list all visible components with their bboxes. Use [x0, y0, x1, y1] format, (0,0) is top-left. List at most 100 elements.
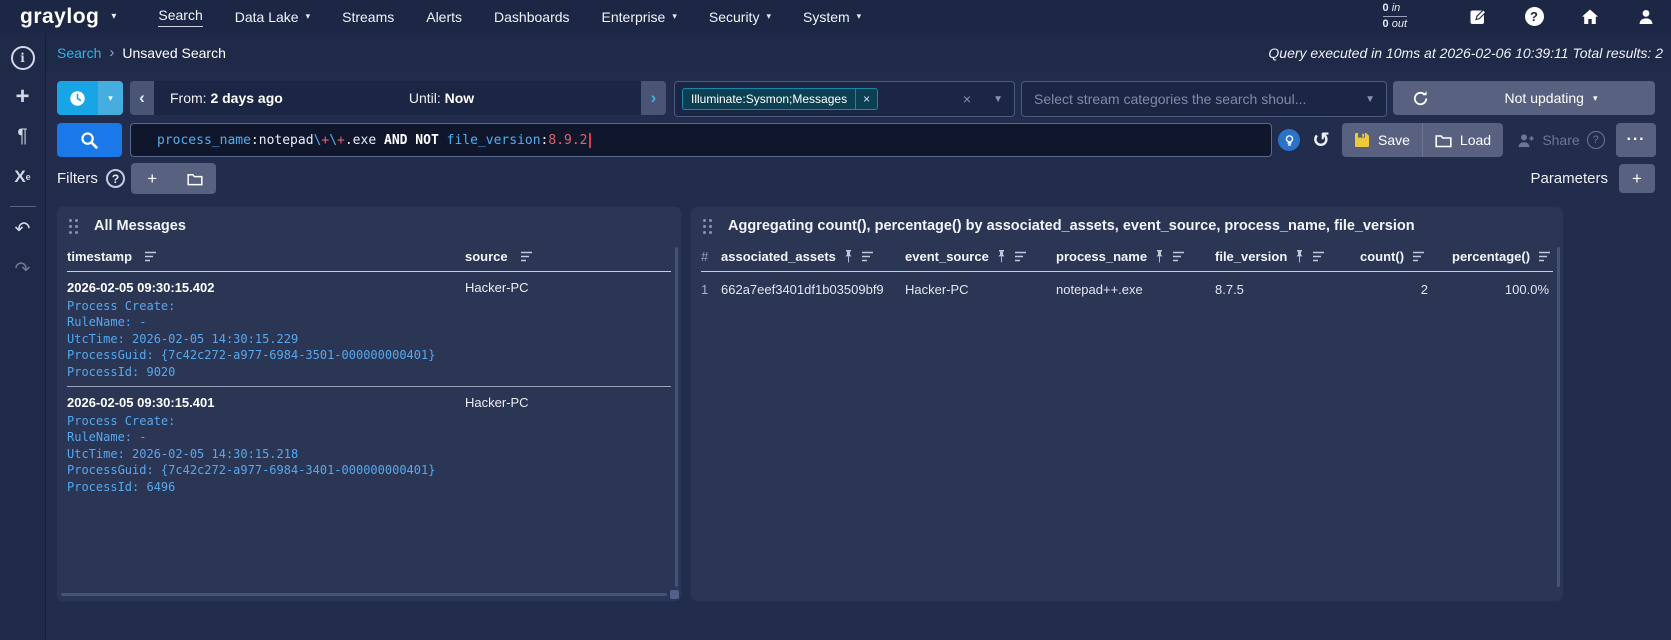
share-button[interactable]: Share ?: [1513, 123, 1609, 157]
view-sidebar: i + ¶ Xe ↶ ↷: [0, 33, 46, 640]
sort-icon[interactable]: [861, 251, 874, 262]
column-header-associated-assets[interactable]: associated_assets: [721, 249, 836, 264]
pin-icon[interactable]: [1295, 250, 1304, 263]
expand-timerange-right[interactable]: ›: [641, 81, 666, 115]
refresh-icon[interactable]: [1393, 81, 1447, 115]
sort-icon[interactable]: [520, 251, 533, 262]
navbar-right: 0 in 0 out ?: [1383, 2, 1657, 31]
column-header-process-name[interactable]: process_name: [1056, 249, 1147, 264]
load-button[interactable]: Load: [1423, 123, 1503, 157]
collapse-timerange-left[interactable]: ‹: [130, 81, 154, 115]
share-user-plus-icon: [1517, 133, 1535, 148]
nav-item-search[interactable]: Search: [142, 0, 218, 34]
filters-label: Filters: [57, 163, 98, 194]
column-header-timestamp[interactable]: timestamp: [67, 249, 132, 264]
sidebar-formatting-icon[interactable]: ¶: [0, 117, 45, 157]
graylog-logo[interactable]: graylog: [20, 5, 99, 29]
timerange-from-value: 2 days ago: [210, 90, 282, 106]
message-source: Hacker-PC: [465, 395, 671, 410]
query-assistant-icon[interactable]: [1278, 129, 1300, 151]
widget-title: Aggregating count(), percentage() by ass…: [728, 218, 1415, 234]
compose-icon[interactable]: [1467, 6, 1489, 28]
run-search-button[interactable]: [57, 123, 122, 157]
column-header-percentage[interactable]: percentage(): [1452, 249, 1530, 264]
column-header-source[interactable]: source: [465, 249, 508, 264]
cell-process-name[interactable]: notepad++.exe: [1056, 282, 1215, 297]
nav-item-system[interactable]: System▾: [787, 2, 877, 32]
more-actions-button[interactable]: ···: [1616, 123, 1656, 157]
column-header-file-version[interactable]: file_version: [1215, 249, 1287, 264]
filters-help-icon[interactable]: ?: [106, 169, 125, 188]
stream-categories-select[interactable]: Select stream categories the search shou…: [1021, 81, 1387, 117]
cell-file-version[interactable]: 8.7.5: [1215, 282, 1360, 297]
streams-select[interactable]: Illuminate:Sysmon;Messages × × ▼: [674, 81, 1015, 117]
cell-percentage[interactable]: 100.0%: [1452, 282, 1553, 297]
share-help-icon: ?: [1587, 131, 1605, 149]
column-header-index: #: [701, 249, 708, 264]
sort-icon[interactable]: [1014, 251, 1027, 262]
top-navbar: graylog ▾ Search Data Lake▾ Streams Aler…: [0, 0, 1671, 33]
vertical-scrollbar[interactable]: [675, 247, 678, 587]
undo-icon[interactable]: ↶: [0, 209, 45, 249]
timerange-display[interactable]: From: 2 days ago Until: Now: [154, 81, 641, 115]
refresh-controls: Not updating ▾: [1393, 81, 1655, 115]
column-header-count[interactable]: count(): [1360, 249, 1404, 264]
drag-handle-icon[interactable]: [69, 219, 78, 234]
sort-icon[interactable]: [144, 251, 157, 262]
sort-icon[interactable]: [1172, 251, 1185, 262]
search-query-input[interactable]: process_name:notepad\+\+.exe AND NOT fil…: [130, 123, 1272, 157]
query-history-icon[interactable]: ↺: [1308, 124, 1334, 156]
sidebar-create-icon[interactable]: +: [0, 77, 45, 117]
nav-item-streams[interactable]: Streams: [326, 2, 410, 32]
sort-icon[interactable]: [1312, 251, 1325, 262]
timerange-caret-button[interactable]: ▾: [98, 81, 123, 115]
message-row[interactable]: 2026-02-05 09:30:15.402 Hacker-PC Proces…: [67, 272, 671, 387]
sort-icon[interactable]: [1538, 251, 1551, 262]
pin-icon[interactable]: [844, 250, 853, 263]
throughput-counter[interactable]: 0 in 0 out: [1383, 2, 1407, 31]
horizontal-scrollbar[interactable]: [61, 593, 667, 596]
refresh-interval-button[interactable]: Not updating ▾: [1447, 81, 1655, 115]
sidebar-description-icon[interactable]: i: [0, 33, 45, 73]
query-text: process_name:notepad\+\+.exe AND NOT fil…: [157, 133, 591, 148]
redo-icon[interactable]: ↷: [0, 249, 45, 289]
cell-count[interactable]: 2: [1360, 282, 1452, 297]
streams-clear-icon[interactable]: ×: [963, 91, 971, 107]
home-icon[interactable]: [1579, 6, 1601, 28]
nav-item-dashboards[interactable]: Dashboards: [478, 2, 586, 32]
streams-caret-down-icon[interactable]: ▼: [993, 94, 1003, 105]
breadcrumb-row: Search › Unsaved Search Query executed i…: [45, 33, 1671, 72]
brand-caret-down-icon[interactable]: ▾: [111, 11, 116, 22]
save-button[interactable]: Save: [1342, 123, 1423, 157]
sidebar-fields-icon[interactable]: Xe: [0, 157, 45, 197]
saved-filters-button[interactable]: [174, 163, 217, 194]
cell-event-source[interactable]: Hacker-PC: [905, 282, 1056, 297]
message-timestamp: 2026-02-05 09:30:15.401: [67, 395, 465, 410]
vertical-scrollbar[interactable]: [1557, 247, 1560, 587]
sort-icon[interactable]: [1412, 251, 1425, 262]
add-parameter-button[interactable]: +: [1619, 164, 1655, 193]
stream-chip-remove-icon[interactable]: ×: [855, 89, 877, 109]
load-icon: [1435, 133, 1452, 148]
breadcrumb-separator: ›: [109, 44, 114, 61]
drag-handle-icon[interactable]: [703, 219, 712, 234]
column-header-event-source[interactable]: event_source: [905, 249, 989, 264]
nav-item-alerts[interactable]: Alerts: [410, 2, 478, 32]
message-source: Hacker-PC: [465, 280, 671, 295]
pin-icon[interactable]: [1155, 250, 1164, 263]
pin-icon[interactable]: [997, 250, 1006, 263]
add-filter-button[interactable]: +: [131, 163, 174, 194]
timerange-picker-button[interactable]: [57, 81, 98, 115]
breadcrumb-search-link[interactable]: Search: [57, 45, 101, 61]
nav-item-data-lake[interactable]: Data Lake▾: [219, 2, 326, 32]
help-icon[interactable]: ?: [1523, 6, 1545, 28]
parameters-section: Parameters +: [1530, 163, 1655, 194]
message-timestamp: 2026-02-05 09:30:15.402: [67, 280, 465, 295]
cell-associated-assets[interactable]: 662a7eef3401df1b03509bf9: [721, 282, 905, 297]
message-row[interactable]: 2026-02-05 09:30:15.401 Hacker-PC Proces…: [67, 387, 671, 501]
user-icon[interactable]: [1635, 6, 1657, 28]
all-messages-widget: All Messages timestamp source 2026-02-05…: [57, 207, 681, 601]
nav-item-security[interactable]: Security▾: [693, 2, 787, 32]
save-icon: [1354, 132, 1370, 148]
nav-item-enterprise[interactable]: Enterprise▾: [586, 2, 693, 32]
